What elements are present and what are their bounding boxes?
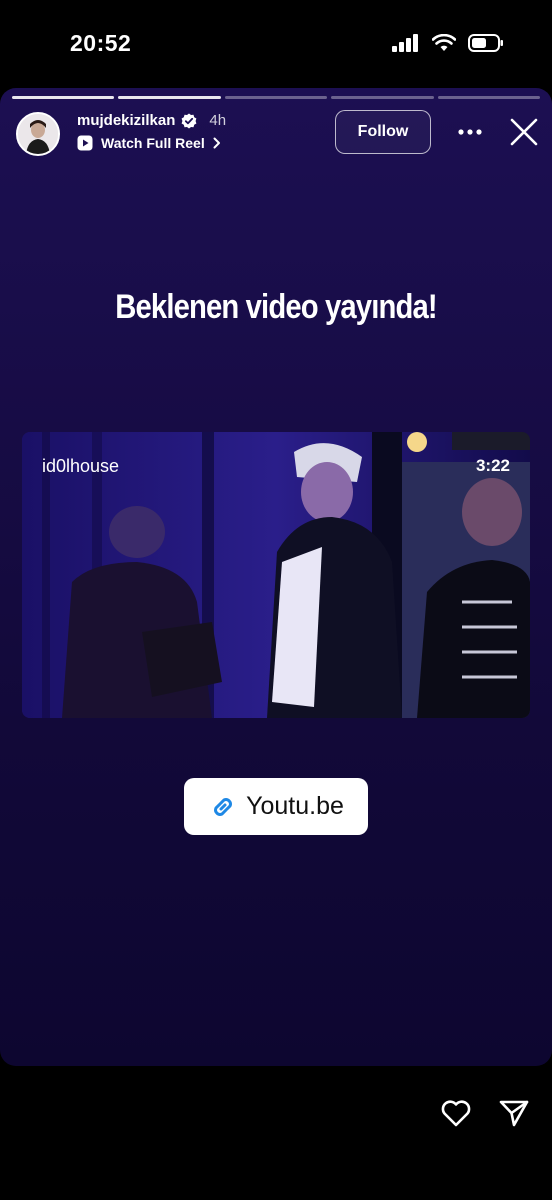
battery-icon xyxy=(468,34,503,52)
follow-button[interactable]: Follow xyxy=(335,110,431,154)
progress-segment xyxy=(118,96,221,99)
watch-full-reel-link[interactable]: Watch Full Reel xyxy=(77,135,221,151)
signal-icon xyxy=(392,34,418,52)
progress-segment xyxy=(224,96,328,99)
story-viewer[interactable]: mujdekizilkan 4h Watch Full Reel Follow … xyxy=(0,88,552,1066)
like-button[interactable] xyxy=(440,1098,472,1128)
avatar[interactable] xyxy=(16,112,60,156)
username[interactable]: mujdekizilkan xyxy=(77,112,175,129)
progress-segment xyxy=(437,96,541,99)
heart-icon xyxy=(441,1100,471,1127)
share-button[interactable] xyxy=(498,1098,530,1128)
wifi-icon xyxy=(432,34,456,51)
video-channel-name: id0lhouse xyxy=(42,456,120,476)
link-icon xyxy=(214,797,233,816)
status-bar: 20:52 xyxy=(0,0,552,88)
video-thumbnail[interactable]: id0lhouse 3:22 xyxy=(22,432,530,718)
video-duration: 3:22 xyxy=(475,456,510,475)
progress-segment xyxy=(331,96,434,99)
username-row[interactable]: mujdekizilkan 4h xyxy=(77,112,226,129)
more-icon xyxy=(458,129,482,135)
status-time: 20:52 xyxy=(70,30,132,56)
status-icons xyxy=(392,34,504,52)
post-time: 4h xyxy=(209,112,227,129)
progress-segment xyxy=(12,96,115,99)
link-sticker-label[interactable]: Youtu.be xyxy=(246,792,344,821)
story-progress-bar xyxy=(12,96,541,99)
story-headline: Beklenen video yayında! xyxy=(115,288,437,326)
watch-full-reel-label[interactable]: Watch Full Reel xyxy=(101,135,205,151)
link-sticker[interactable]: Youtu.be xyxy=(184,778,368,835)
close-button[interactable] xyxy=(506,114,542,150)
send-icon xyxy=(499,1100,529,1127)
close-icon xyxy=(510,118,538,146)
chevron-right-icon xyxy=(213,137,220,149)
verified-badge-icon xyxy=(181,113,197,128)
reel-play-icon xyxy=(77,135,93,151)
more-options-button[interactable] xyxy=(452,118,488,146)
bottom-action-bar xyxy=(0,1066,552,1200)
